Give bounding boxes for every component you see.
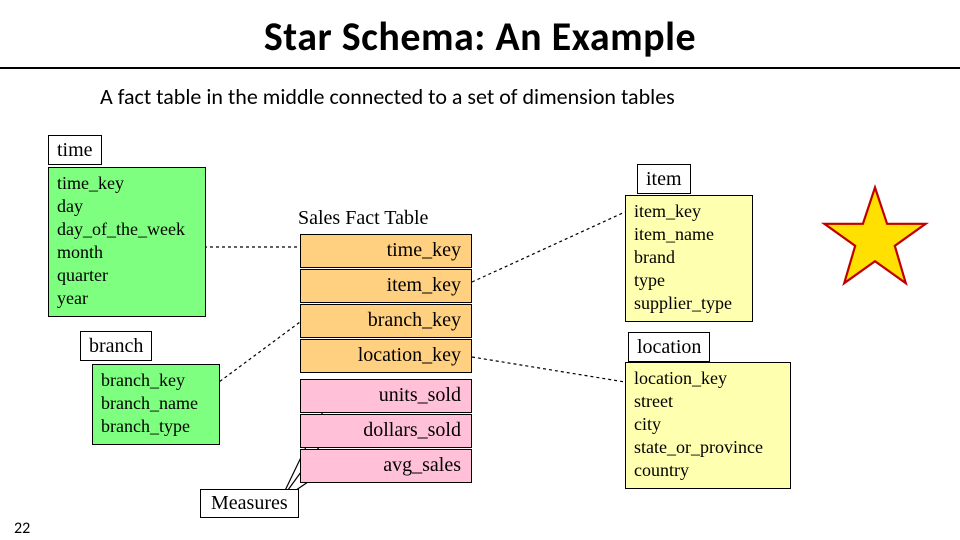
title-underline <box>0 67 960 69</box>
dim-item-field: brand <box>634 246 744 269</box>
dim-time-body: time_key day day_of_the_week month quart… <box>48 167 206 317</box>
dim-branch-field: branch_name <box>101 392 211 415</box>
page-subtitle: A fact table in the middle connected to … <box>100 83 960 110</box>
dim-item-field: item_name <box>634 223 744 246</box>
fact-measure-row: dollars_sold <box>300 414 472 448</box>
dim-time-field: day <box>57 195 197 218</box>
page-number: 22 <box>14 519 30 538</box>
measures-label: Measures <box>200 489 299 518</box>
dim-item-field: supplier_type <box>634 292 744 315</box>
dim-time-field: month <box>57 241 197 264</box>
dim-location-label: location <box>628 332 710 362</box>
dim-time-field: time_key <box>57 172 197 195</box>
dim-branch-field: branch_key <box>101 369 211 392</box>
dim-item-field: item_key <box>634 200 744 223</box>
dim-time-field: quarter <box>57 264 197 287</box>
dim-item-body: item_key item_name brand type supplier_t… <box>625 195 753 322</box>
fact-key-row: branch_key <box>300 304 472 338</box>
fact-table-title: Sales Fact Table <box>298 207 428 230</box>
fact-key-row: location_key <box>300 339 472 373</box>
dim-location-field: country <box>634 459 782 482</box>
dim-location-field: city <box>634 413 782 436</box>
fact-key-row: item_key <box>300 269 472 303</box>
fact-measure-row: avg_sales <box>300 449 472 483</box>
dim-time-field: day_of_the_week <box>57 218 197 241</box>
fact-key-row: time_key <box>300 234 472 268</box>
dim-item-label: item <box>637 164 691 194</box>
dim-branch-body: branch_key branch_name branch_type <box>92 364 220 445</box>
dim-location-field: state_or_province <box>634 436 782 459</box>
dim-time-field: year <box>57 287 197 310</box>
dim-item-field: type <box>634 269 744 292</box>
dim-branch-label: branch <box>80 331 152 361</box>
page-title: Star Schema: An Example <box>0 12 960 61</box>
fact-measure-row: units_sold <box>300 379 472 413</box>
dim-branch-field: branch_type <box>101 415 211 438</box>
dim-time-label: time <box>48 135 102 165</box>
dim-location-field: location_key <box>634 367 782 390</box>
star-icon <box>820 182 930 292</box>
dim-location-body: location_key street city state_or_provin… <box>625 362 791 489</box>
dim-location-field: street <box>634 390 782 413</box>
